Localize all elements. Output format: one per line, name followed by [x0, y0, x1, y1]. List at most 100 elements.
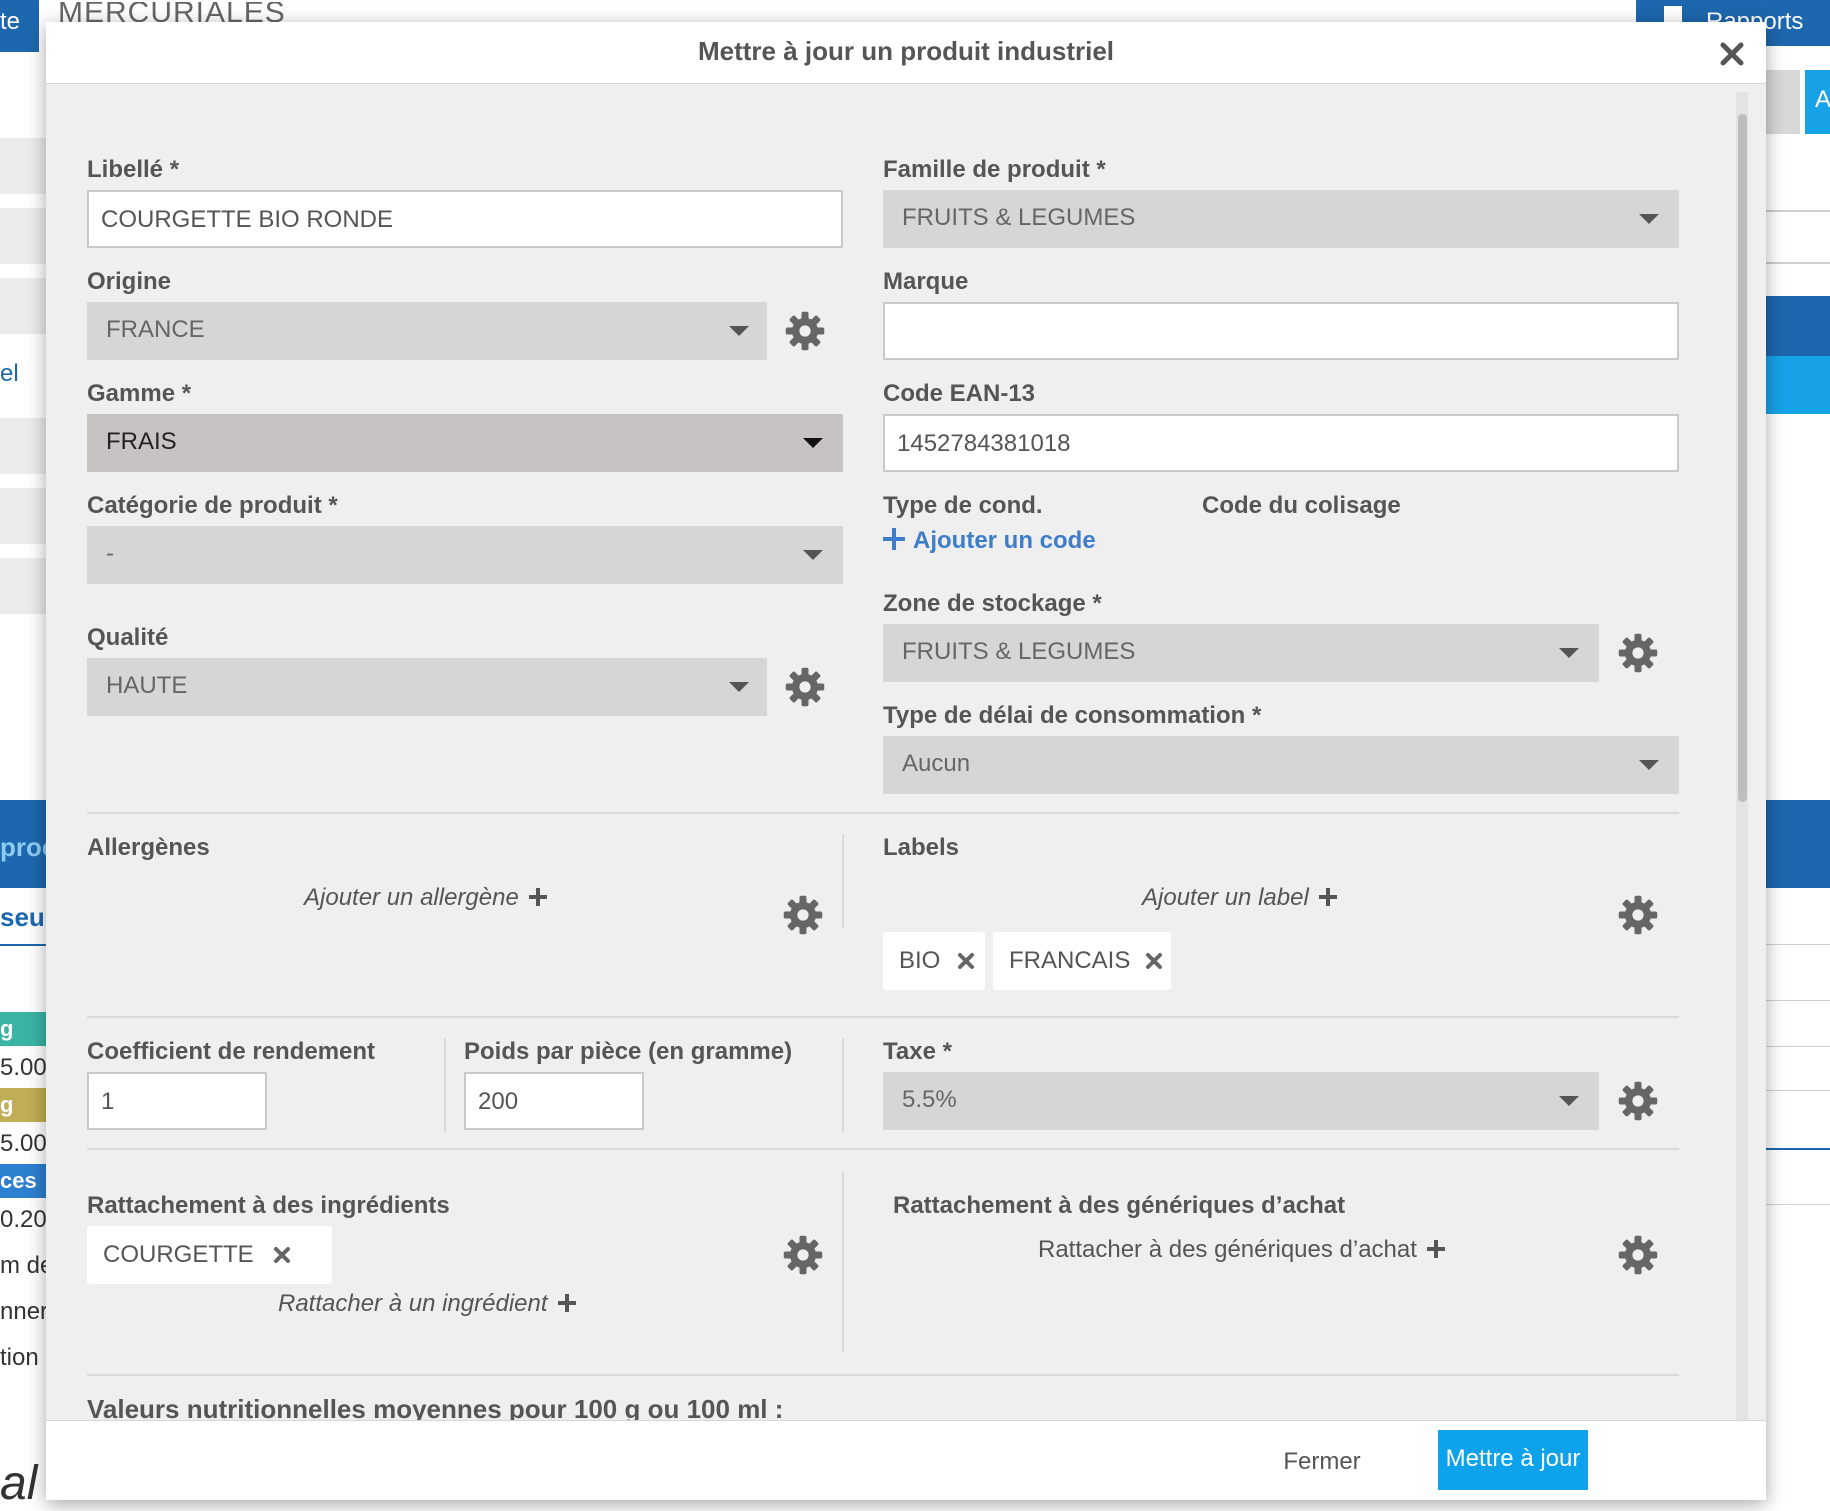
background-left-row	[0, 208, 46, 264]
delai-value: Aucun	[902, 750, 971, 777]
label-chip-bio: BIO	[883, 932, 985, 990]
background-light-strip	[1766, 356, 1830, 414]
add-code-link[interactable]: Ajouter un code	[883, 526, 1096, 555]
ean-input[interactable]: 1452784381018	[883, 414, 1679, 472]
add-allergene-link[interactable]: Ajouter un allergène	[304, 884, 547, 912]
background-divider	[1766, 210, 1830, 212]
allergenes-label: Allergènes	[87, 834, 210, 861]
ingredient-chip-text: COURGETTE	[103, 1241, 254, 1268]
add-generique-label: Rattacher à des génériques d’achat	[1038, 1236, 1417, 1263]
background-left-row	[0, 488, 46, 544]
background-row-text: nner	[0, 1298, 49, 1325]
gear-icon[interactable]	[782, 1234, 824, 1276]
add-allergene-label: Ajouter un allergène	[304, 884, 519, 911]
background-row-text: tion	[0, 1344, 39, 1371]
background-divider	[0, 944, 46, 946]
marque-label: Marque	[883, 268, 969, 295]
add-code-label: Ajouter un code	[913, 527, 1096, 554]
categorie-select[interactable]: -	[87, 526, 843, 584]
background-left-row	[0, 138, 46, 194]
background-divider	[1766, 262, 1830, 264]
poids-label: Poids par pièce (en gramme)	[464, 1038, 793, 1065]
plus-icon	[1318, 888, 1337, 906]
delai-select[interactable]: Aucun	[883, 736, 1679, 794]
gear-icon[interactable]	[784, 666, 826, 708]
gamme-label: Gamme *	[87, 380, 192, 407]
plus-icon	[557, 1294, 576, 1312]
poids-input[interactable]: 200	[464, 1072, 644, 1130]
gear-icon[interactable]	[1617, 632, 1659, 674]
taxe-select[interactable]: 5.5%	[883, 1072, 1599, 1130]
qualite-value: HAUTE	[106, 672, 188, 699]
coefficient-input[interactable]: 1	[87, 1072, 267, 1130]
chevron-down-icon	[729, 326, 749, 336]
chevron-down-icon	[1639, 760, 1659, 770]
origine-select[interactable]: FRANCE	[87, 302, 767, 360]
add-ingredient-link[interactable]: Rattacher à un ingrédient	[278, 1290, 576, 1318]
background-top-left-button: te	[0, 0, 39, 52]
remove-icon[interactable]	[273, 1246, 291, 1264]
close-button[interactable]: Fermer	[1262, 1442, 1382, 1482]
label-chip-text: FRANCAIS	[1009, 947, 1131, 974]
background-tag-value: 5.00	[0, 1054, 47, 1081]
gear-icon[interactable]	[1617, 894, 1659, 936]
label-chip-francais: FRANCAIS	[993, 932, 1171, 990]
add-label-link[interactable]: Ajouter un label	[1142, 884, 1337, 912]
background-tag: g	[0, 1088, 46, 1122]
chevron-down-icon	[729, 682, 749, 692]
ingredients-label: Rattachement à des ingrédients	[87, 1192, 450, 1219]
background-left-row	[0, 558, 46, 614]
section-divider	[87, 812, 1679, 814]
gamme-select[interactable]: FRAIS	[87, 414, 843, 472]
background-tag: g	[0, 1012, 46, 1046]
libelle-label: Libellé *	[87, 156, 180, 183]
modal-scrollbar-thumb[interactable]	[1738, 114, 1747, 802]
label-chip-text: BIO	[899, 947, 941, 974]
gear-icon[interactable]	[782, 894, 824, 936]
marque-input[interactable]	[883, 302, 1679, 360]
close-icon[interactable]	[1718, 40, 1746, 68]
famille-select[interactable]: FRUITS & LEGUMES	[883, 190, 1679, 248]
background-blue-button: A	[1805, 70, 1830, 134]
update-product-modal: Mettre à jour un produit industriel Libe…	[46, 22, 1766, 1500]
update-button[interactable]: Mettre à jour	[1438, 1430, 1588, 1490]
chevron-down-icon	[803, 438, 823, 448]
origine-value: FRANCE	[106, 316, 205, 343]
section-divider	[87, 1148, 1679, 1150]
remove-icon[interactable]	[1145, 952, 1163, 970]
gear-icon[interactable]	[1617, 1234, 1659, 1276]
zone-label: Zone de stockage *	[883, 590, 1102, 617]
libelle-input[interactable]: COURGETTE BIO RONDE	[87, 190, 843, 248]
taxe-value: 5.5%	[902, 1086, 957, 1113]
section-divider	[87, 1016, 1679, 1018]
gear-icon[interactable]	[1617, 1080, 1659, 1122]
delai-label: Type de délai de consommation *	[883, 702, 1262, 729]
famille-value: FRUITS & LEGUMES	[902, 204, 1136, 231]
modal-header: Mettre à jour un produit industriel	[46, 22, 1766, 84]
background-tag-value: 0.20	[0, 1206, 47, 1233]
chevron-down-icon	[1639, 214, 1659, 224]
type-cond-label: Type de cond.	[883, 492, 1043, 519]
column-divider	[842, 1038, 844, 1132]
coefficient-label: Coefficient de rendement	[87, 1038, 376, 1065]
background-left-row	[0, 418, 46, 474]
add-generique-link[interactable]: Rattacher à des génériques d’achat	[1038, 1236, 1445, 1264]
background-gray-button	[1766, 70, 1800, 134]
taxe-label: Taxe *	[883, 1038, 952, 1065]
ean-label: Code EAN-13	[883, 380, 1036, 407]
section-divider	[87, 1374, 1679, 1376]
background-tag-value: 5.00	[0, 1130, 47, 1157]
background-page-title: MERCURIALES	[58, 2, 286, 22]
add-ingredient-label: Rattacher à un ingrédient	[278, 1290, 548, 1317]
chevron-down-icon	[1559, 648, 1579, 658]
column-divider	[842, 1172, 844, 1352]
zone-select[interactable]: FRUITS & LEGUMES	[883, 624, 1599, 682]
plus-icon	[883, 528, 905, 550]
gear-icon[interactable]	[784, 310, 826, 352]
remove-icon[interactable]	[957, 952, 975, 970]
origine-label: Origine	[87, 268, 172, 295]
qualite-select[interactable]: HAUTE	[87, 658, 767, 716]
add-label-text: Ajouter un label	[1142, 884, 1309, 911]
background-dark-strip	[1766, 296, 1830, 356]
qualite-label: Qualité	[87, 624, 169, 651]
